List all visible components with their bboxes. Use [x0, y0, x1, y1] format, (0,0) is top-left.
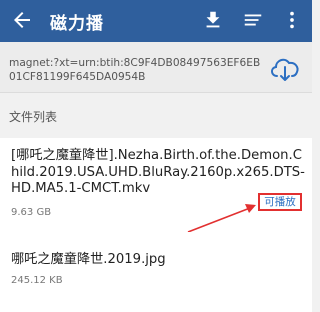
download-icon[interactable] [202, 9, 224, 31]
more-vert-icon[interactable] [281, 9, 303, 31]
file-size: 9.63 GB [11, 207, 52, 218]
cloud-download-icon[interactable] [268, 54, 302, 82]
app-bar: 磁力播 [0, 0, 312, 42]
file-item-image[interactable]: 哪吒之魔童降世.2019.jpg 245.12 KB [0, 232, 312, 312]
file-name: [哪吒之魔童降世].Nezha.Birth.of.the.Demon.Child… [11, 148, 305, 196]
file-name: 哪吒之魔童降世.2019.jpg [11, 252, 166, 267]
page-title: 磁力播 [50, 14, 104, 34]
file-item-video[interactable]: [哪吒之魔童降世].Nezha.Birth.of.the.Demon.Child… [0, 138, 312, 232]
file-size: 245.12 KB [11, 275, 63, 286]
playable-button[interactable]: 可播放 [258, 193, 302, 211]
magnet-link-text[interactable]: magnet:?xt=urn:btih:8C9F4DB08497563EF6EB… [9, 56, 264, 84]
sort-lines-icon[interactable] [242, 9, 264, 31]
file-list-heading: 文件列表 [9, 110, 58, 124]
arrow-left-icon[interactable] [10, 8, 34, 32]
magnet-link-panel: magnet:?xt=urn:btih:8C9F4DB08497563EF6EB… [0, 42, 312, 93]
